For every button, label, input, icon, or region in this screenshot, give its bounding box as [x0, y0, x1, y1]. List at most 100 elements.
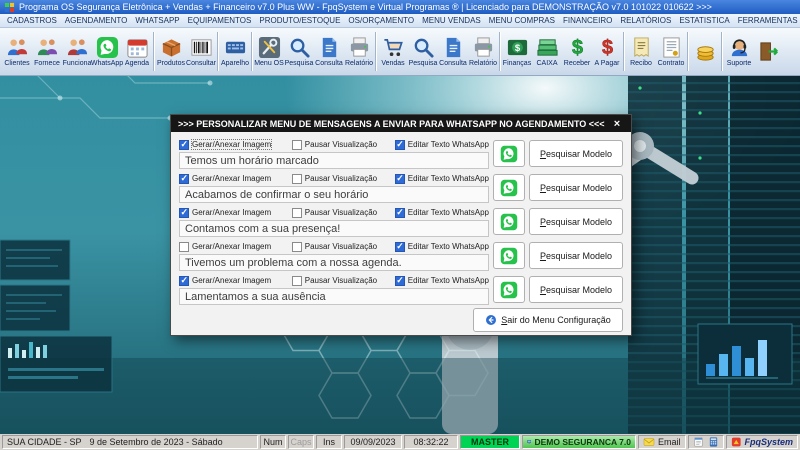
- app-icon: [4, 2, 15, 13]
- svg-text:$: $: [601, 37, 612, 59]
- toolbar-aparelho[interactable]: Aparelho: [220, 29, 250, 74]
- toolbar-separator: [217, 32, 219, 71]
- document-icon: [318, 36, 341, 59]
- menu-whatsapp[interactable]: WHATSAPP: [131, 16, 183, 25]
- pausar-label: Pausar Visualização: [305, 242, 377, 251]
- menu-estatistica[interactable]: ESTATISTICA: [675, 16, 733, 25]
- toolbar-caixa[interactable]: CAIXA: [532, 29, 562, 74]
- printer-icon: [472, 36, 495, 59]
- suppliers-icon: [36, 36, 59, 59]
- toolbar-consulta-os[interactable]: Consulta: [314, 29, 344, 74]
- capslock-indicator: Caps: [288, 435, 314, 449]
- pausar-checkbox[interactable]: [292, 174, 302, 184]
- gerar-checkbox[interactable]: [179, 276, 189, 286]
- toolbar-label: Agenda: [125, 60, 149, 67]
- toolbar-relatorio-os[interactable]: Relatório: [344, 29, 374, 74]
- editar-checkbox[interactable]: [395, 140, 405, 150]
- toolbar-funcionarios[interactable]: Funciona: [62, 29, 92, 74]
- toolbar-receber[interactable]: $Receber: [562, 29, 592, 74]
- close-icon[interactable]: ×: [610, 118, 624, 130]
- toolbar-pesquisa-vendas[interactable]: Pesquisa: [408, 29, 438, 74]
- toolbar-financas[interactable]: $Finanças: [502, 29, 532, 74]
- pesquisar-modelo-button[interactable]: Pesquisar Modelo: [529, 242, 623, 269]
- toolbar-label: Receber: [564, 60, 590, 67]
- toolbar-agenda[interactable]: Agenda: [122, 29, 152, 74]
- gerar-checkbox[interactable]: [179, 208, 189, 218]
- calendar-icon: [126, 36, 149, 59]
- message-input-2[interactable]: Acabamos de confirmar o seu horário: [179, 186, 489, 203]
- menu-relatorios[interactable]: RELATÓRIOS: [616, 16, 675, 25]
- toolbar-produtos[interactable]: Produtos: [156, 29, 186, 74]
- editar-checkbox[interactable]: [395, 242, 405, 252]
- dialog-body: Gerar/Anexar Imagem Pausar Visualização …: [171, 132, 631, 336]
- calculator-icon[interactable]: [708, 436, 719, 448]
- pausar-checkbox[interactable]: [292, 140, 302, 150]
- main-toolbar: Clientes Fornece Funciona WhatsApp Agend…: [0, 28, 800, 76]
- message-input-4[interactable]: Tivemos um problema com a nossa agenda.: [179, 254, 489, 271]
- whatsapp-send-button[interactable]: [493, 208, 525, 235]
- status-email-button[interactable]: Email: [638, 435, 686, 449]
- notepad-icon[interactable]: [693, 436, 704, 448]
- back-arrow-icon: [485, 314, 497, 326]
- pausar-checkbox[interactable]: [292, 242, 302, 252]
- toolbar-label: Fornece: [34, 60, 60, 67]
- window-titlebar: Programa OS Segurança Eletrônica + Venda…: [0, 0, 800, 14]
- menu-financeiro[interactable]: FINANCEIRO: [559, 16, 616, 25]
- toolbar-vendas[interactable]: Vendas: [378, 29, 408, 74]
- editar-checkbox[interactable]: [395, 174, 405, 184]
- toolbar-consulta-vendas[interactable]: Consulta: [438, 29, 468, 74]
- editar-checkbox[interactable]: [395, 208, 405, 218]
- message-row-1: Gerar/Anexar Imagem Pausar Visualização …: [179, 138, 623, 169]
- toolbar-menu-os[interactable]: Menu OS: [254, 29, 284, 74]
- menu-agendamento[interactable]: AGENDAMENTO: [61, 16, 132, 25]
- status-product-badge: DEMO SEGURANCA 7.0: [522, 435, 636, 449]
- toolbar-moedas[interactable]: [690, 29, 720, 74]
- status-date: 09/09/2023: [344, 435, 402, 449]
- menu-os-orcamento[interactable]: OS/ORÇAMENTO: [344, 16, 418, 25]
- menu-equipamentos[interactable]: EQUIPAMENTOS: [184, 16, 256, 25]
- pausar-checkbox[interactable]: [292, 208, 302, 218]
- pesquisar-modelo-button[interactable]: Pesquisar Modelo: [529, 208, 623, 235]
- menu-ferramentas[interactable]: FERRAMENTAS: [734, 16, 800, 25]
- toolbar-label: Suporte: [727, 60, 752, 67]
- whatsapp-send-button[interactable]: [493, 276, 525, 303]
- message-input-5[interactable]: Lamentamos a sua ausência: [179, 288, 489, 305]
- toolbar-suporte[interactable]: Suporte: [724, 29, 754, 74]
- pesquisar-modelo-button[interactable]: Pesquisar Modelo: [529, 276, 623, 303]
- toolbar-whatsapp[interactable]: WhatsApp: [92, 29, 122, 74]
- toolbar-consultar-produtos[interactable]: Consultar: [186, 29, 216, 74]
- toolbar-contrato[interactable]: Contrato: [656, 29, 686, 74]
- message-input-1[interactable]: Temos um horário marcado: [179, 152, 489, 169]
- gerar-label: Gerar/Anexar Imagem: [192, 276, 271, 285]
- menu-compras[interactable]: MENU COMPRAS: [485, 16, 559, 25]
- toolbar-fornecedores[interactable]: Fornece: [32, 29, 62, 74]
- menu-cadastros[interactable]: CADASTROS: [3, 16, 61, 25]
- toolbar-recibo[interactable]: Recibo: [626, 29, 656, 74]
- whatsapp-send-button[interactable]: [493, 174, 525, 201]
- whatsapp-icon: [500, 247, 518, 265]
- gerar-checkbox[interactable]: [179, 242, 189, 252]
- numlock-indicator: Num: [260, 435, 286, 449]
- toolbar-clientes[interactable]: Clientes: [2, 29, 32, 74]
- window-title: Programa OS Segurança Eletrônica + Venda…: [19, 2, 712, 12]
- menu-produto-estoque[interactable]: PRODUTO/ESTOQUE: [255, 16, 344, 25]
- toolbar-sair[interactable]: [754, 29, 784, 74]
- toolbar-relatorio-vendas[interactable]: Relatório: [468, 29, 498, 74]
- sair-menu-configuracao-button[interactable]: Sair do Menu Configuração: [473, 308, 623, 332]
- message-input-3[interactable]: Contamos com a sua presença!: [179, 220, 489, 237]
- box-icon: [160, 36, 183, 59]
- pausar-label: Pausar Visualização: [305, 208, 377, 217]
- toolbar-label: CAIXA: [536, 60, 557, 67]
- editar-checkbox[interactable]: [395, 276, 405, 286]
- whatsapp-send-button[interactable]: [493, 140, 525, 167]
- toolbar-pesquisa-os[interactable]: Pesquisa: [284, 29, 314, 74]
- whatsapp-send-button[interactable]: [493, 242, 525, 269]
- pausar-checkbox[interactable]: [292, 276, 302, 286]
- toolbar-a-pagar[interactable]: $A Pagar: [592, 29, 622, 74]
- menu-vendas[interactable]: MENU VENDAS: [418, 16, 485, 25]
- gerar-checkbox[interactable]: [179, 174, 189, 184]
- pesquisar-modelo-button[interactable]: Pesquisar Modelo: [529, 174, 623, 201]
- whatsapp-icon: [500, 213, 518, 231]
- gerar-checkbox[interactable]: [179, 140, 189, 150]
- pesquisar-modelo-button[interactable]: Pesquisar Modelo: [529, 140, 623, 167]
